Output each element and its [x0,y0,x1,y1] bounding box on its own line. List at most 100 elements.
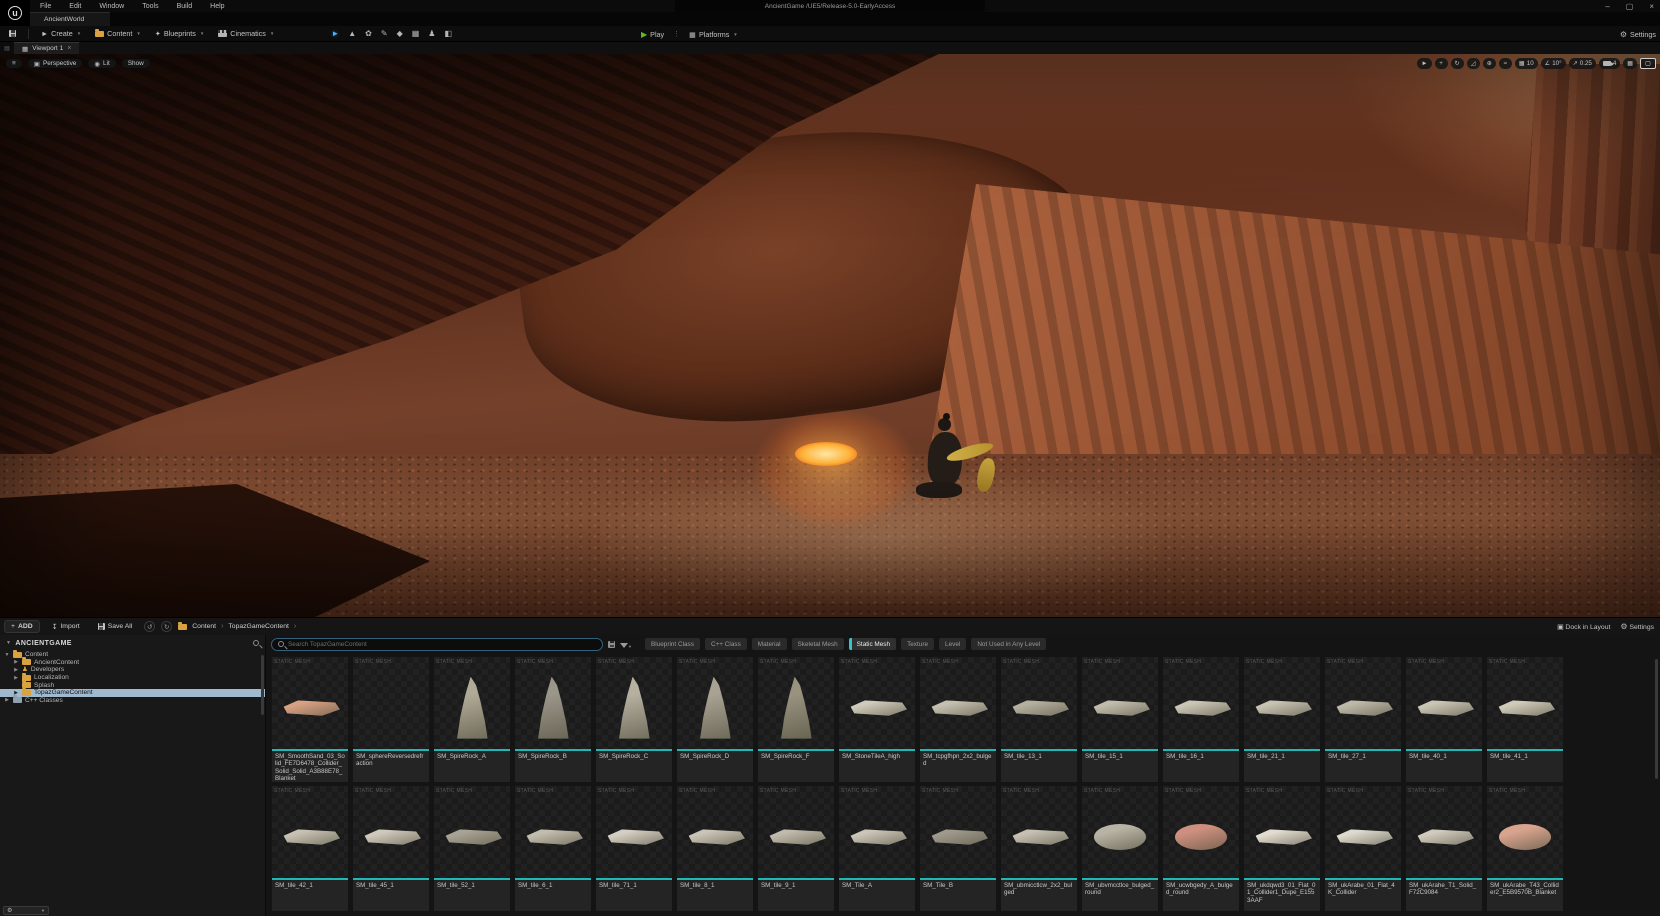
asset-tile[interactable]: STATIC MESHSM_tile_41_1 [1487,657,1563,782]
asset-tile[interactable]: STATIC MESHSM_SpireRock_C [596,657,672,782]
fracture-mode-icon[interactable]: ◆ [397,29,403,38]
save-search-icon[interactable] [608,641,615,648]
asset-tile[interactable]: STATIC MESHSM_tile_52_1 [434,786,510,911]
back-button[interactable]: ↺ [144,621,155,632]
asset-tile[interactable]: STATIC MESHSM_tile_13_1 [1001,657,1077,782]
maximize-button[interactable]: ▢ [1626,2,1634,11]
forward-button[interactable]: ↻ [161,621,172,632]
filter-blueprint-class[interactable]: Blueprint Class [645,638,700,650]
close-icon[interactable]: × [67,45,71,52]
asset-tile[interactable]: STATIC MESHSM_SpireRock_A [434,657,510,782]
menu-item-window[interactable]: Window [91,3,132,10]
animation-mode-icon[interactable]: ♟ [428,29,435,38]
modeling-mode-icon[interactable]: ◧ [444,29,452,38]
blueprints-button[interactable]: ✦Blueprints▼ [150,28,209,40]
tree-item-splash[interactable]: Splash [0,681,265,689]
select-mode-icon[interactable]: ► [331,29,339,38]
save-level-button[interactable] [4,28,21,40]
asset-tile[interactable]: STATIC MESHSM_tile_42_1 [272,786,348,911]
asset-tile[interactable]: STATIC MESHSM_tile_6_1 [515,786,591,911]
menu-item-tools[interactable]: Tools [134,3,166,10]
asset-tile[interactable]: STATIC MESHSM_Tile_A [839,786,915,911]
maximize-viewport-icon[interactable]: ▢ [1640,58,1656,69]
drawer-settings-button[interactable]: ⚙ Settings [1620,622,1654,631]
minimize-button[interactable]: – [1605,2,1609,11]
asset-tile[interactable]: STATIC MESHSM_tile_21_1 [1244,657,1320,782]
filter-material[interactable]: Material [752,638,787,650]
sources-header[interactable]: ▼ ANCIENTGAME [0,635,265,651]
asset-tile[interactable]: STATIC MESHSM_tile_8_1 [677,786,753,911]
filter-dropdown-button[interactable]: ▼ [620,635,632,653]
asset-tile[interactable]: STATIC MESHSM_tcpgfhpn_2x2_bulged [920,657,996,782]
landscape-mode-icon[interactable]: ▲ [348,29,356,38]
asset-tile[interactable]: STATIC MESHSM_SmoothSand_03_Solid_FE7D64… [272,657,348,782]
move-tool-icon[interactable]: + [1435,58,1448,69]
dock-in-layout-button[interactable]: ▣ Dock in Layout [1557,623,1610,631]
viewport-tab[interactable]: ▦ Viewport 1 × [14,42,79,54]
asset-tile[interactable]: STATIC MESHSM_ukdqwd3_01_Flat_01_Collide… [1244,786,1320,911]
asset-tile[interactable]: STATIC MESHSM_SpireRock_F [758,657,834,782]
select-tool-icon[interactable]: ► [1417,58,1431,69]
asset-tile[interactable]: STATIC MESHSM_SpireRock_D [677,657,753,782]
chevron-right-icon[interactable]: ▶ [13,675,19,681]
sidebar-toggle-icon[interactable]: ▤ [0,42,14,54]
create-button[interactable]: ►Create▼ [36,28,86,40]
foliage-mode-icon[interactable]: ✿ [365,29,372,38]
asset-tile[interactable]: STATIC MESHSM_tile_45_1 [353,786,429,911]
asset-tile[interactable]: STATIC MESHSM_ukArabe_T43_Collider2_E5B9… [1487,786,1563,911]
mesh-paint-mode-icon[interactable]: ✎ [381,29,388,38]
chevron-right-icon[interactable]: ▶ [13,659,19,665]
asset-tile[interactable]: STATIC MESHSM_tile_40_1 [1406,657,1482,782]
brush-edit-mode-icon[interactable]: ▦ [412,29,420,38]
perspective-dropdown[interactable]: ▣Perspective [27,58,84,69]
asset-tile[interactable]: STATIC MESHSM_SpireRock_B [515,657,591,782]
platforms-button[interactable]: ▦Platforms▼ [684,28,743,40]
asset-tile[interactable]: STATIC MESHSM_sphereReversedrefraction [353,657,429,782]
asset-tile[interactable]: STATIC MESHSM_ukArahe_T1_Solid_F72C9084 [1406,786,1482,911]
chevron-down-icon[interactable]: ▼ [4,652,10,658]
toolbar-settings-button[interactable]: ⚙ Settings [1620,26,1656,42]
rotation-snap-control[interactable]: ∠10° [1541,58,1566,69]
menu-item-edit[interactable]: Edit [61,3,89,10]
asset-tile[interactable]: STATIC MESHSM_StoneTileA_high [839,657,915,782]
world-space-toggle-icon[interactable]: ⊕ [1483,58,1496,69]
content-button[interactable]: Content▼ [90,28,146,40]
viewport-options-button[interactable]: ≡ [5,58,23,69]
tree-item-developers[interactable]: ▶♟Developers [0,666,265,674]
grid-snap-control[interactable]: ▦10 [1515,58,1538,69]
search-icon[interactable] [253,640,259,646]
surface-snap-toggle-icon[interactable]: ≈ [1499,58,1512,69]
tree-item-content[interactable]: ▼Content [0,651,265,659]
asset-tile[interactable]: STATIC MESHSM_Tile_B [920,786,996,911]
tree-item-c-classes[interactable]: ▶C++ Classes [0,697,265,705]
scale-snap-control[interactable]: ↗0.25 [1569,58,1596,69]
asset-tile[interactable]: STATIC MESHSM_ucwbgedy_A_bulged_round [1163,786,1239,911]
chevron-right-icon[interactable]: ▶ [4,697,10,703]
filter-texture[interactable]: Texture [901,638,934,650]
grid-layout-icon[interactable]: ▦ [1623,58,1637,69]
menu-item-file[interactable]: File [32,3,59,10]
viewport-canvas[interactable]: ≡ ▣Perspective ◉Lit Show ►+↻◿⊕≈▦10∠10°↗0… [0,54,1660,617]
lit-dropdown[interactable]: ◉Lit [87,58,116,69]
close-button[interactable]: × [1649,2,1654,11]
asset-tile[interactable]: STATIC MESHSM_ubvmcctlce_bulged_round [1082,786,1158,911]
breadcrumb-content[interactable]: Content [192,623,216,630]
drawer-footer-dropdown[interactable]: ⚙▼ [3,906,49,915]
menu-item-help[interactable]: Help [202,3,232,10]
asset-tile[interactable]: STATIC MESHSM_ukArabe_01_Flat_4K_Collide… [1325,786,1401,911]
camera-speed-control[interactable]: 4 [1599,58,1620,69]
asset-tile[interactable]: STATIC MESHSM_tile_15_1 [1082,657,1158,782]
play-options-icon[interactable]: ⋮ [673,30,680,38]
asset-tile[interactable]: STATIC MESHSM_tile_71_1 [596,786,672,911]
menu-item-build[interactable]: Build [169,3,201,10]
filter-c-class[interactable]: C++ Class [705,638,747,650]
rotate-tool-icon[interactable]: ↻ [1451,58,1464,69]
filter-level[interactable]: Level [939,638,966,650]
tree-item-localization[interactable]: ▶Localization [0,674,265,682]
save-all-button[interactable]: Save All [92,620,139,633]
import-button[interactable]: ↧Import [46,620,86,633]
level-tab-ancientworld[interactable]: AncientWorld [30,12,110,26]
show-dropdown[interactable]: Show [121,58,151,69]
filter-not-used-in-any-level[interactable]: Not Used in Any Level [971,638,1046,650]
asset-tile[interactable]: STATIC MESHSM_ubmicctlcw_2x2_bulged [1001,786,1077,911]
